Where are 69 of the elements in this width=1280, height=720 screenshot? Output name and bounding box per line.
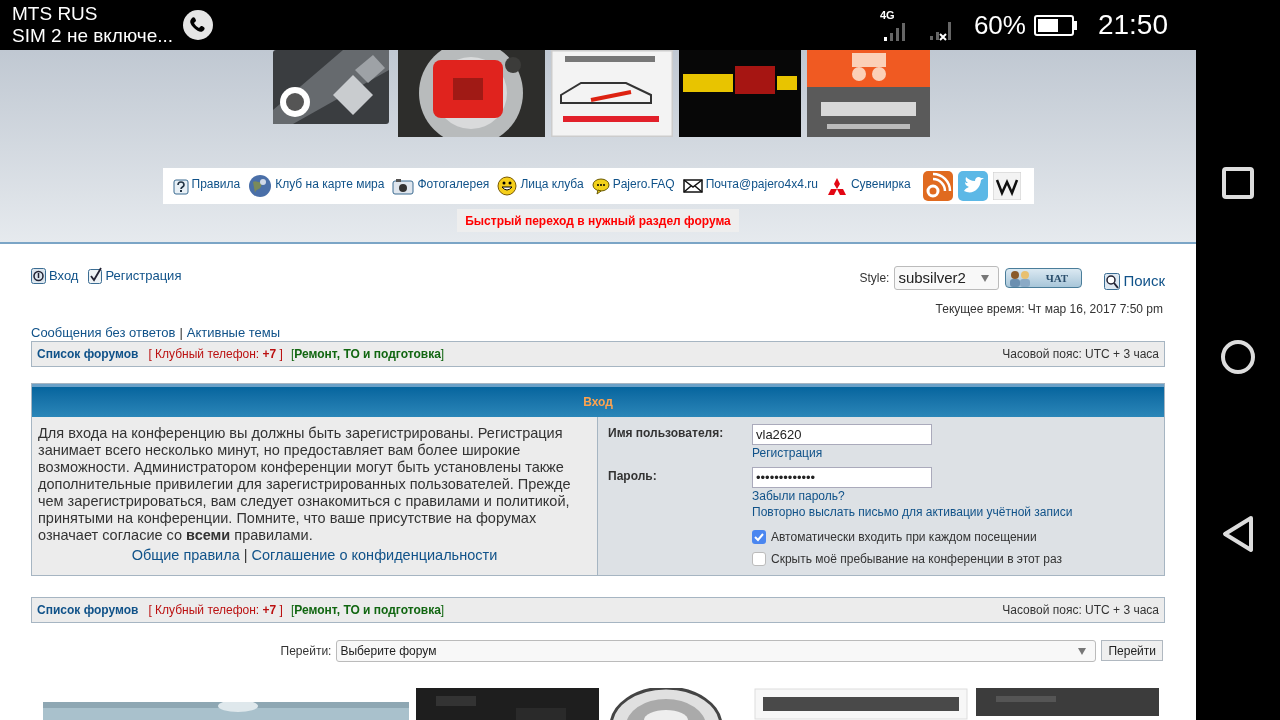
no-signal-icon <box>927 20 954 42</box>
field-link[interactable]: Регистрация <box>752 446 932 461</box>
checkbox[interactable] <box>752 552 766 566</box>
panel-header: Вход <box>32 384 1164 417</box>
globe-icon <box>248 174 273 198</box>
nav-link[interactable]: Лица клуба <box>520 175 584 193</box>
user-link[interactable]: Регистрация <box>105 266 182 286</box>
quick-link[interactable]: Активные темы <box>186 323 281 343</box>
nav-link[interactable]: Клуб на карте мира <box>275 175 385 193</box>
forum-select[interactable]: Выберите форум <box>336 639 1097 662</box>
quick-link[interactable]: Сообщения без ответов <box>31 323 176 343</box>
speech-bubble-icon <box>591 177 610 195</box>
sim-status: SIM 2 не включе... <box>12 25 174 47</box>
separator: | <box>179 324 183 343</box>
timezone: Часовой пояс: UTC + 3 часа <box>1002 346 1159 363</box>
carrier-name: MTS RUS <box>12 3 99 25</box>
club-phone: [ Клубный телефон: +7 ] <box>148 346 283 363</box>
checkmark-icon <box>88 267 103 285</box>
nav-link[interactable]: Сувенирка <box>850 175 911 193</box>
people-icon <box>1008 269 1033 287</box>
home-button[interactable] <box>1220 339 1256 375</box>
checkbox[interactable] <box>752 530 766 544</box>
user-link[interactable]: Вход <box>49 266 79 286</box>
network-type: 4G <box>879 9 895 21</box>
timezone: Часовой пояс: UTC + 3 часа <box>1002 601 1159 619</box>
search-link[interactable]: Поиск <box>1123 270 1165 293</box>
checkbox-label: Автоматически входить при каждом посещении <box>771 529 1037 546</box>
repair-link[interactable]: [Ремонт, ТО и подготовка] <box>290 345 445 363</box>
intro-paragraph: Для входа на конференцию вы должны быть зарегистрированы. Регистрация занимает всего несколько минут, но предоставляет вам более широкие возможности. Администратором конференции могут быть установлены также дополнительные привилегии для зарегистрированных пользователей. Прежде чем зарегистрироваться, вам следует ознакомиться с правилами и политикой, принятыми на конференции. Помните, что ваше присутствие на форумах означает согласие со всеми правилами. <box>38 425 572 544</box>
nav-link[interactable]: Почта@pajero4x4.ru <box>705 175 818 193</box>
jump-label: Перейти: <box>280 642 332 660</box>
separator: | <box>243 546 248 565</box>
style-select[interactable]: subsilver2 <box>894 266 1000 291</box>
diamonds-icon <box>825 176 848 196</box>
question-icon <box>172 177 189 195</box>
checkbox-label: Скрыть моё пребывание на конференции в этот раз <box>771 551 1063 568</box>
field-label: Имя пользователя: <box>608 425 725 442</box>
password-field[interactable]: ••••••••••••• <box>752 467 932 488</box>
field-link[interactable]: Повторно выслать письмо для активации учётной записи <box>752 505 1073 520</box>
camera-icon <box>392 177 415 195</box>
login-icon <box>31 267 46 284</box>
smiley-icon <box>497 176 518 196</box>
search-icon <box>1104 272 1121 290</box>
forum-index-link[interactable]: Список форумов <box>37 345 139 363</box>
nav-link[interactable]: Правила <box>191 175 241 193</box>
envelope-icon <box>682 177 703 195</box>
nav-link[interactable]: Pajero.FAQ <box>612 175 675 193</box>
intro-link[interactable]: Общие правила <box>131 545 240 567</box>
go-button[interactable]: Перейти <box>1101 640 1163 662</box>
clock-time: 21:50 <box>1097 8 1168 42</box>
intro-link[interactable]: Соглашение о конфиденциальности <box>251 545 498 567</box>
current-time: Текущее время: Чт мар 16, 2017 7:50 pm <box>935 301 1163 318</box>
phone-call-icon <box>183 10 214 40</box>
club-phone: [ Клубный телефон: +7 ] <box>148 601 283 619</box>
battery-percent: 60% <box>973 8 1026 42</box>
style-label: Style: <box>859 270 890 288</box>
rss-blog-icon[interactable] <box>922 171 953 201</box>
field-link[interactable]: Забыли пароль? <box>752 489 1073 504</box>
checkmark-icon <box>753 532 765 542</box>
back-button[interactable] <box>1221 515 1255 553</box>
field-label: Пароль: <box>608 468 658 485</box>
repair-link[interactable]: [Ремонт, ТО и подготовка] <box>290 600 445 619</box>
recent-apps-button[interactable] <box>1222 167 1254 199</box>
nav-link[interactable]: Фотогалерея <box>417 175 490 193</box>
forum-index-link[interactable]: Список форумов <box>37 600 139 619</box>
username-field[interactable]: vla2620 <box>752 424 932 445</box>
battery-icon <box>1033 14 1078 36</box>
chat-button[interactable]: ЧАТ <box>1005 268 1083 289</box>
wiki-icon[interactable] <box>992 172 1021 200</box>
